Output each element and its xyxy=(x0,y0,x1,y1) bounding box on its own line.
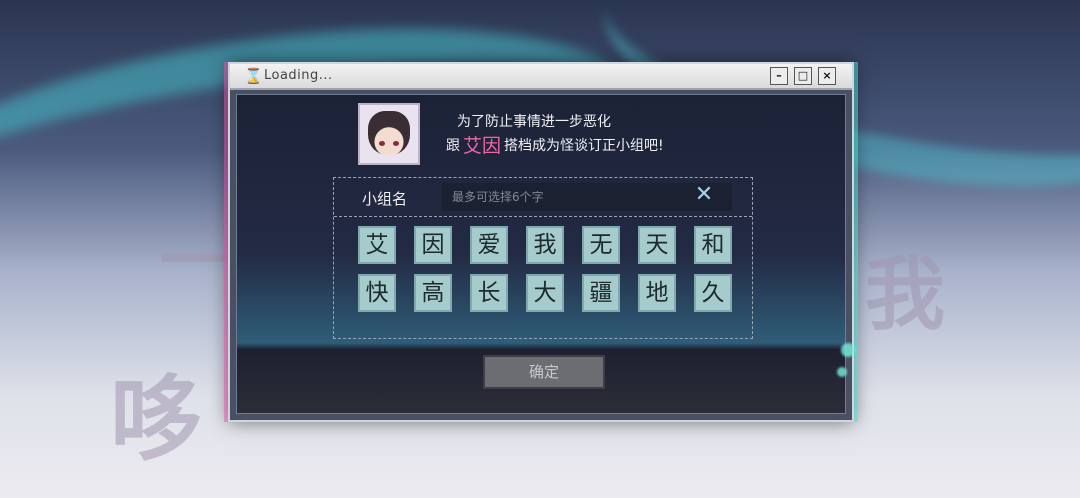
partner-name: 艾因 xyxy=(463,135,502,157)
minimize-button[interactable]: – xyxy=(770,67,788,85)
char-key[interactable]: 无 xyxy=(582,226,620,264)
background-char: 一 xyxy=(160,219,230,302)
hourglass-icon: ⌛ xyxy=(244,67,263,85)
char-key[interactable]: 长 xyxy=(470,274,508,312)
char-key[interactable]: 久 xyxy=(694,274,732,312)
avatar xyxy=(358,103,420,165)
clear-icon[interactable]: ✕ xyxy=(692,182,716,208)
group-name-dialog: ⌛ Loading... – □ × 为了防止事情进一步恶化 跟艾因 搭档成为怪谈… xyxy=(228,62,855,422)
char-key[interactable]: 地 xyxy=(638,274,676,312)
glow-dot xyxy=(837,367,847,377)
glow-dot xyxy=(841,343,855,357)
dialog-content: 为了防止事情进一步恶化 跟艾因搭档成为怪谈订正小组吧! 小组名 ✕ 艾 因 爱 … xyxy=(236,94,855,414)
group-name-label: 小组名 xyxy=(362,190,408,208)
char-key[interactable]: 爱 xyxy=(470,226,508,264)
character-grid: 艾 因 爱 我 无 天 和 快 高 长 大 疆 地 久 xyxy=(358,226,732,312)
char-key[interactable]: 艾 xyxy=(358,226,396,264)
group-name-panel: 小组名 ✕ 艾 因 爱 我 无 天 和 快 高 长 大 疆 地 久 xyxy=(333,177,753,339)
portrait-eye xyxy=(379,141,385,146)
title-bar: ⌛ Loading... – □ × xyxy=(230,64,852,90)
portrait-eye xyxy=(393,141,399,146)
message-suffix: 搭档成为怪谈订正小组吧! xyxy=(504,138,664,154)
group-name-input[interactable] xyxy=(442,183,732,211)
char-key[interactable]: 疆 xyxy=(582,274,620,312)
confirm-button[interactable]: 确定 xyxy=(483,355,605,389)
char-key[interactable]: 我 xyxy=(526,226,564,264)
close-button[interactable]: × xyxy=(818,67,836,85)
maximize-button[interactable]: □ xyxy=(794,67,812,85)
char-key[interactable]: 高 xyxy=(414,274,452,312)
char-key[interactable]: 大 xyxy=(526,274,564,312)
char-key[interactable]: 天 xyxy=(638,226,676,264)
char-key[interactable]: 因 xyxy=(414,226,452,264)
character-portrait xyxy=(368,111,410,155)
char-key[interactable]: 快 xyxy=(358,274,396,312)
divider xyxy=(334,216,752,217)
message-line-1: 为了防止事情进一步恶化 xyxy=(457,114,611,130)
message-line-2: 跟艾因 搭档成为怪谈订正小组吧! xyxy=(446,131,664,158)
background-char: 哆 xyxy=(110,365,203,473)
message-prefix: 跟 xyxy=(446,138,460,154)
window-title: Loading... xyxy=(264,68,333,83)
char-key[interactable]: 和 xyxy=(694,226,732,264)
background-char: 我 xyxy=(865,247,945,341)
